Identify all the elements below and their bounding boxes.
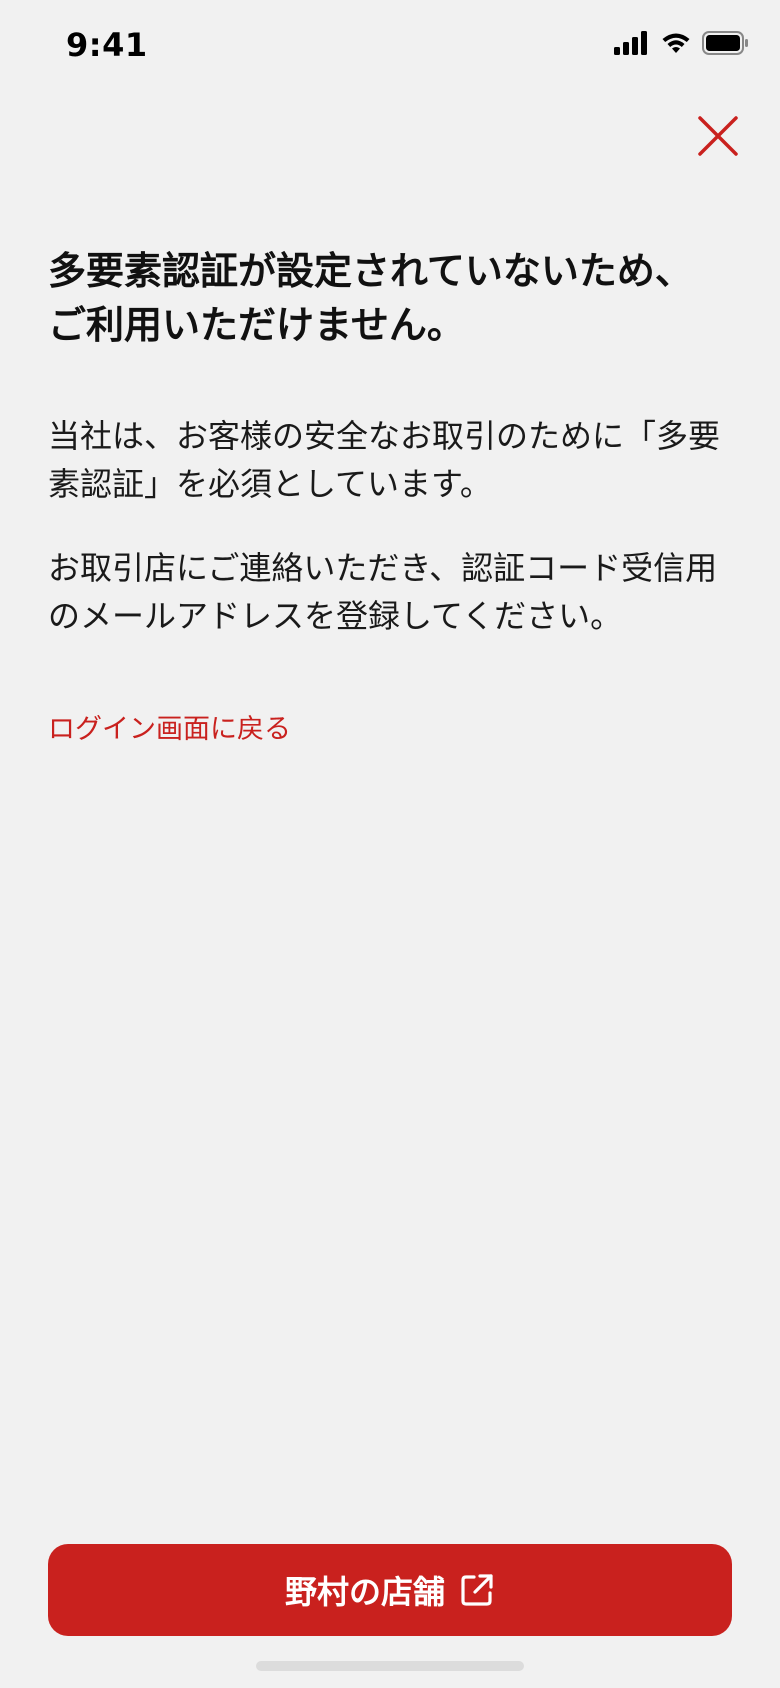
status-icons (614, 30, 750, 60)
battery-icon (702, 31, 750, 59)
wifi-icon (660, 31, 692, 59)
close-button[interactable] (686, 106, 750, 170)
status-time: 9:41 (66, 26, 148, 64)
cta-label: 野村の店舗 (284, 1573, 445, 1611)
close-icon (698, 116, 738, 160)
page-title: 多要素認証が設定されていないため、ご利用いただけません。 (48, 249, 693, 347)
status-bar: 9:41 (0, 0, 780, 92)
nomura-branch-button[interactable]: 野村の店舗 (48, 1544, 732, 1636)
home-indicator (256, 1661, 524, 1671)
signal-bars-icon (614, 31, 650, 59)
description-paragraph-1: 当社は、お客様の安全なお取引のために「多要素認証」を必須としています。 (48, 417, 721, 503)
external-link-icon (459, 1572, 495, 1608)
description-paragraph-2: お取引店にご連絡いただき、認証コード受信用のメールアドレスを登録してください。 (48, 549, 718, 635)
back-to-login-link[interactable]: ログイン画面に戻る (48, 710, 291, 750)
